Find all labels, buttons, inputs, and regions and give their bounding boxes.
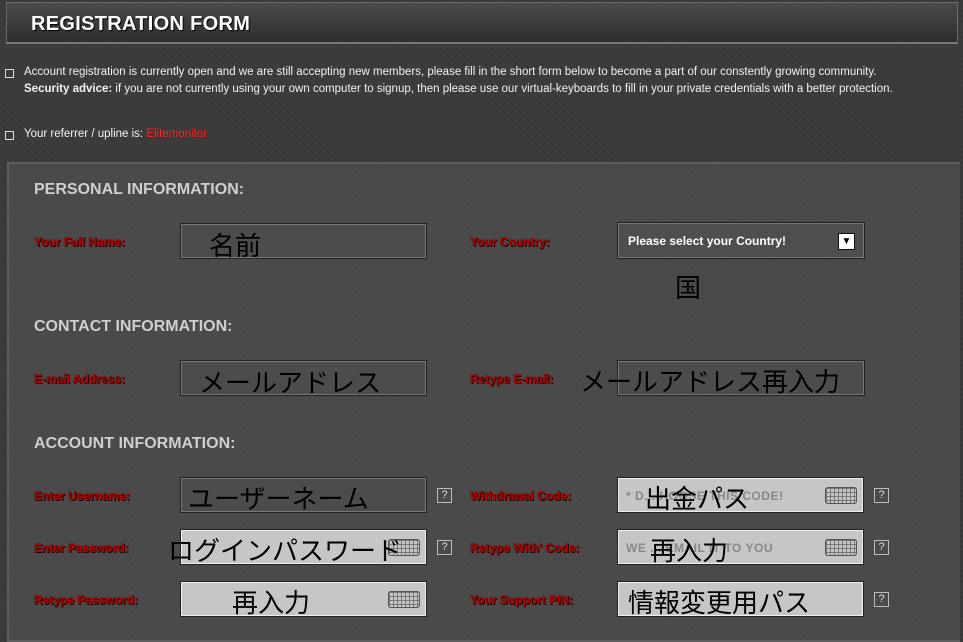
password-label: Enter Password: xyxy=(34,541,129,555)
registration-notice: Account registration is currently open a… xyxy=(24,64,942,98)
retype-password-label: Retype Password: xyxy=(34,593,139,607)
security-advice-text: if you are not currently using your own … xyxy=(115,83,893,95)
full-name-value: 名前 xyxy=(209,231,262,261)
withdrawal-help-icon[interactable]: ? xyxy=(874,488,889,503)
referrer-name[interactable]: Elitemonitor xyxy=(146,128,207,140)
page-title: REGISTRATION FORM xyxy=(31,13,251,35)
section-contact: CONTACT INFORMATION: xyxy=(34,318,233,335)
retype-withdrawal-value: 再入力 xyxy=(650,536,729,566)
withdrawal-code-label: Withdrawal Code: xyxy=(470,489,572,503)
section-personal: PERSONAL INFORMATION: xyxy=(34,181,245,198)
keyboard-icon[interactable] xyxy=(825,539,857,556)
support-pin-label: Your Support PIN: xyxy=(470,593,574,607)
withdrawal-code-value: 出金パス xyxy=(645,484,750,514)
keyboard-icon[interactable] xyxy=(825,487,857,504)
header-bar: REGISTRATION FORM xyxy=(6,2,958,44)
country-select[interactable]: Please select your Country! ▼ xyxy=(617,222,865,259)
retype-withdrawal-label: Retype With' Code: xyxy=(470,541,580,555)
full-name-label: Your Full Name: xyxy=(34,235,126,249)
retype-withdrawal-help-icon[interactable]: ? xyxy=(874,540,889,555)
email-input[interactable]: メールアドレス xyxy=(180,360,427,398)
bullet-icon xyxy=(5,131,14,140)
retype-password-value: 再入力 xyxy=(232,588,311,618)
country-selected-value: Please select your Country! xyxy=(628,234,787,248)
retype-email-value: メールアドレス再入力 xyxy=(580,367,841,397)
referrer-label: Your referrer / upline is: xyxy=(24,128,144,140)
bullet-icon xyxy=(5,69,14,78)
country-note: 国 xyxy=(675,273,702,303)
referrer-line: Your referrer / upline is: Elitemonitor xyxy=(24,126,207,143)
email-label: E-mail Address: xyxy=(34,372,125,386)
username-label: Enter Username: xyxy=(34,489,131,503)
section-account: ACCOUNT INFORMATION: xyxy=(34,435,236,452)
chevron-down-icon[interactable]: ▼ xyxy=(838,233,855,250)
full-name-input[interactable]: 名前 xyxy=(180,223,427,261)
username-help-icon[interactable]: ? xyxy=(437,488,452,503)
email-value: メールアドレス xyxy=(199,368,382,398)
notice-text: Account registration is currently open a… xyxy=(24,66,877,78)
password-help-icon[interactable]: ? xyxy=(437,540,452,555)
support-pin-value: 情報変更用パス xyxy=(628,588,811,618)
username-value: ユーザーネーム xyxy=(188,484,369,514)
password-value: ログインパスワード xyxy=(168,536,403,566)
security-advice-label: Security advice: xyxy=(24,83,113,95)
retype-email-label: Retype E-mail: xyxy=(470,372,554,386)
country-label: Your Country: xyxy=(470,235,550,249)
keyboard-icon[interactable] xyxy=(388,591,420,608)
support-pin-help-icon[interactable]: ? xyxy=(874,592,889,607)
